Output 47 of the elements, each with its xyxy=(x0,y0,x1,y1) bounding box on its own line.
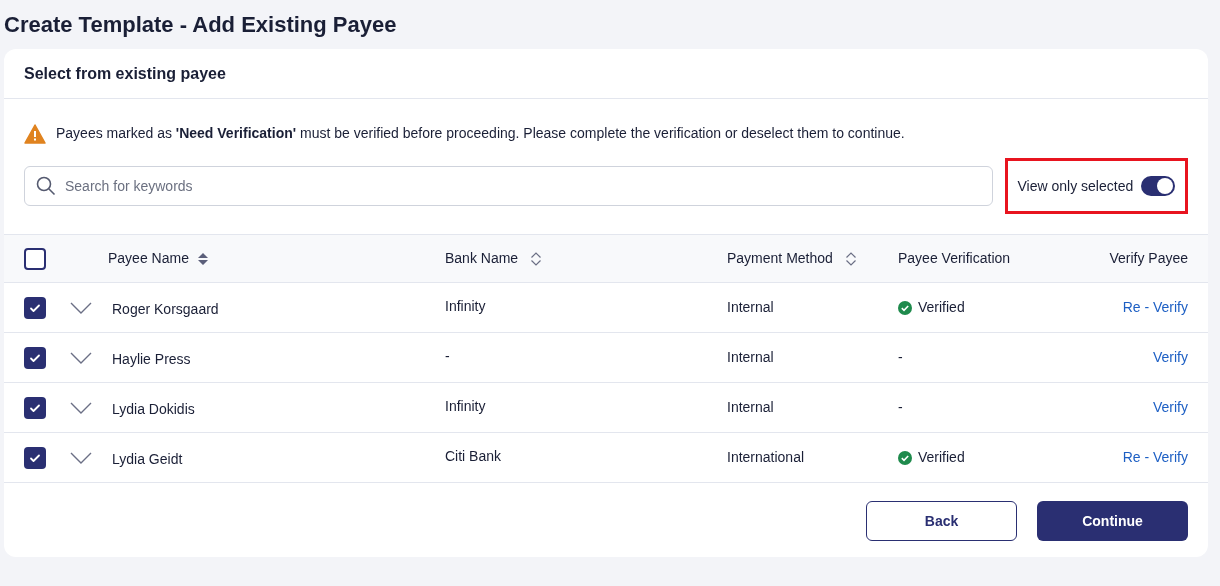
search-icon xyxy=(36,176,56,196)
verify-link[interactable]: Verify xyxy=(1153,347,1188,368)
column-header[interactable]: Bank Name xyxy=(445,248,519,269)
bank-name: - xyxy=(445,347,451,366)
verification-status: - xyxy=(898,398,903,417)
column-header: Verify Payee xyxy=(1109,249,1188,268)
payee-name: Haylie Press xyxy=(112,350,192,369)
verification-status: Verified xyxy=(918,448,965,467)
checkbox[interactable] xyxy=(24,446,46,469)
bank-name: Citi Bank xyxy=(445,447,503,466)
payee-name: Roger Korsgaard xyxy=(112,300,220,319)
toggle-switch[interactable] xyxy=(1141,176,1175,196)
verify-link[interactable]: Re - Verify xyxy=(1122,297,1188,318)
checkbox[interactable] xyxy=(24,396,46,419)
continue-button[interactable]: Continue xyxy=(1037,501,1188,541)
sort-icon[interactable] xyxy=(844,250,857,267)
verify-link[interactable]: Verify xyxy=(1153,397,1188,418)
back-button[interactable]: Back xyxy=(866,501,1017,541)
column-header: Payee Verification xyxy=(898,249,1011,268)
payment-method: Internal xyxy=(727,298,775,317)
column-header[interactable]: Payee Name xyxy=(108,248,189,269)
chevron-icon[interactable] xyxy=(70,351,92,364)
bank-name: Infinity xyxy=(445,297,487,316)
card-title: Select from existing payee xyxy=(24,63,226,84)
checkbox[interactable] xyxy=(24,296,46,319)
payee-name: Lydia Geidt xyxy=(112,450,184,469)
alert-message: Payees marked as 'Need Verification' must be verified before proceeding. Please complete the verification or deselect them to continue. xyxy=(56,124,905,143)
payment-method: Internal xyxy=(727,348,775,367)
chevron-icon[interactable] xyxy=(70,401,92,414)
sort-icon[interactable] xyxy=(530,250,543,267)
chevron-icon[interactable] xyxy=(70,301,92,314)
payee-name: Lydia Dokidis xyxy=(112,400,196,419)
verification-status: Verified xyxy=(918,298,965,317)
checkbox[interactable] xyxy=(24,346,46,369)
sort-icon[interactable] xyxy=(196,251,209,266)
payment-method: International xyxy=(727,448,806,467)
verification-status: - xyxy=(898,348,903,367)
payment-method: Internal xyxy=(727,398,775,417)
checkbox[interactable] xyxy=(24,247,46,270)
page-title: Create Template - Add Existing Payee xyxy=(3,11,398,39)
bank-name: Infinity xyxy=(445,397,487,416)
column-header[interactable]: Payment Method xyxy=(727,248,833,269)
warning-icon xyxy=(24,123,46,144)
chevron-icon[interactable] xyxy=(70,451,92,464)
search-field[interactable]: Search for keywords xyxy=(24,166,993,206)
verify-link[interactable]: Re - Verify xyxy=(1122,447,1188,468)
toggle-label: View only selected xyxy=(1017,176,1134,196)
